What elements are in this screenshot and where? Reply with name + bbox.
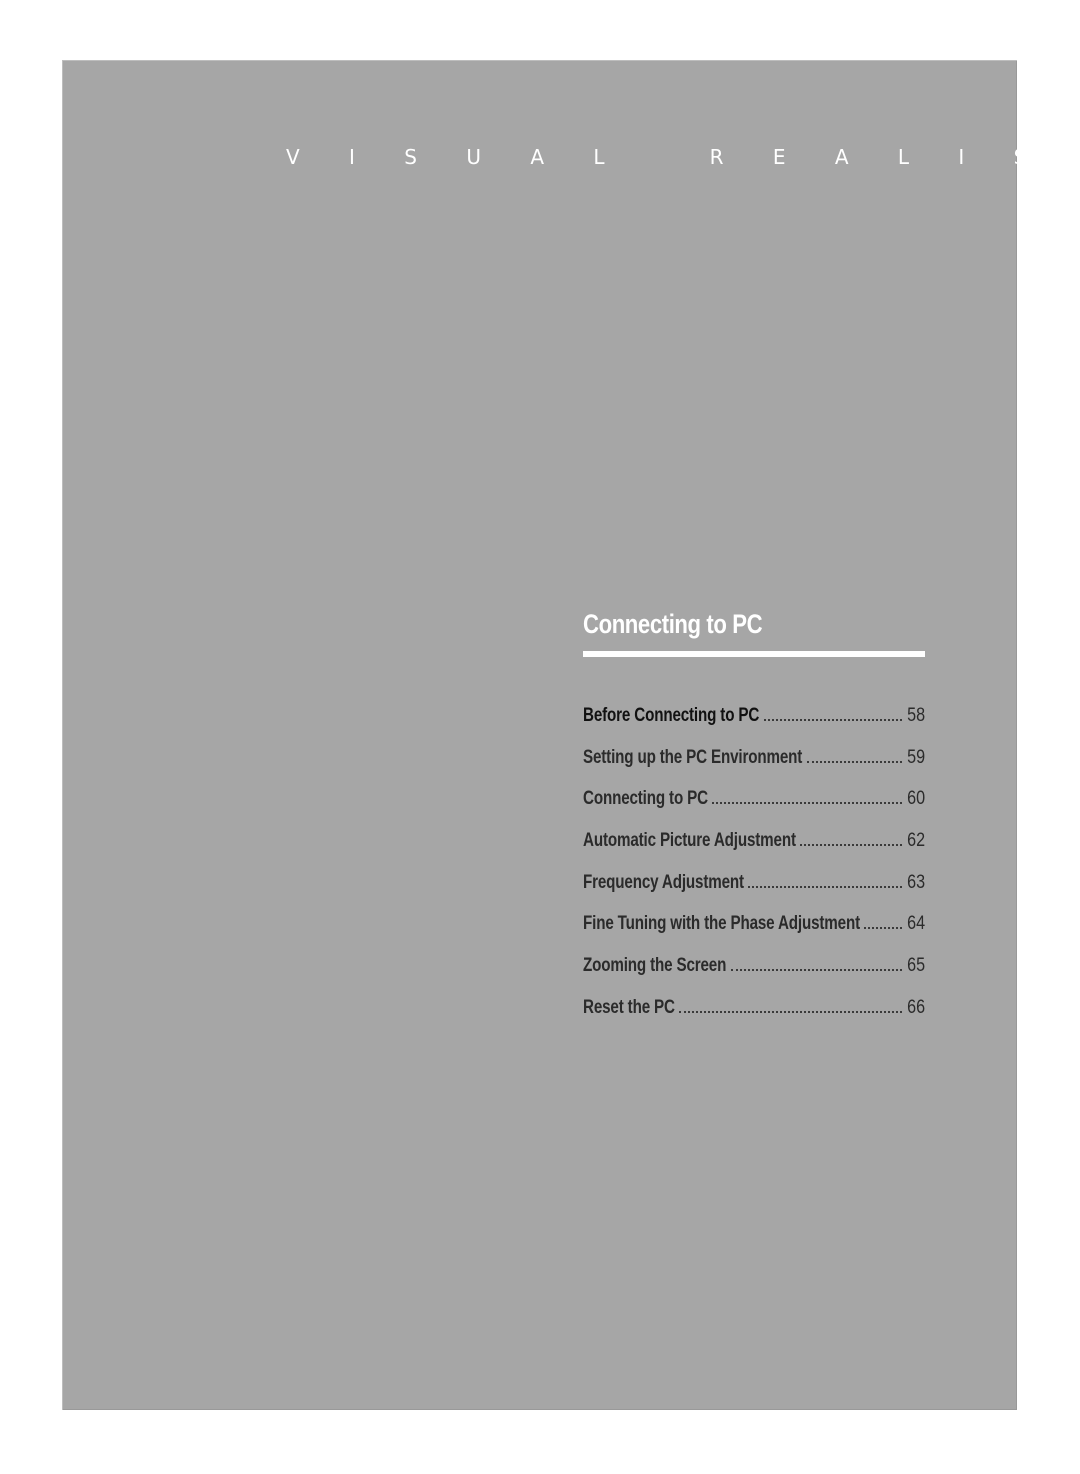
section-title: Connecting to PC xyxy=(583,609,763,639)
toc-item-page: 60 xyxy=(907,788,925,810)
dot-leader xyxy=(748,885,902,888)
dot-leader xyxy=(800,843,902,846)
table-of-contents: Before Connecting to PC 58 Setting up th… xyxy=(583,695,925,1029)
toc-item-page: 64 xyxy=(907,913,925,935)
toc-item-label: Before Connecting to PC xyxy=(583,704,760,726)
title-underline-rule xyxy=(583,651,925,657)
toc-item-page: 58 xyxy=(907,704,925,726)
toc-item-page: 63 xyxy=(907,871,925,893)
toc-item-label: Fine Tuning with the Phase Adjustment xyxy=(583,913,860,935)
toc-item-label: Connecting to PC xyxy=(583,788,708,810)
toc-item-page: 65 xyxy=(907,954,925,976)
toc-item[interactable]: Automatic Picture Adjustment 62 xyxy=(583,820,925,862)
dot-leader xyxy=(731,968,902,971)
toc-item-label: Frequency Adjustment xyxy=(583,871,744,893)
toc-item[interactable]: Zooming the Screen 65 xyxy=(583,945,925,987)
toc-item[interactable]: Fine Tuning with the Phase Adjustment 64 xyxy=(583,903,925,945)
toc-item-label: Reset the PC xyxy=(583,996,675,1018)
toc-item-label: Setting up the PC Environment xyxy=(583,746,803,768)
dot-leader xyxy=(679,1010,902,1013)
dot-leader xyxy=(712,802,902,805)
toc-item-page: 66 xyxy=(907,996,925,1018)
toc-item[interactable]: Before Connecting to PC 58 xyxy=(583,695,925,737)
toc-item-page: 62 xyxy=(907,829,925,851)
toc-item-label: Automatic Picture Adjustment xyxy=(583,829,796,851)
dot-leader xyxy=(807,760,902,763)
toc-item[interactable]: Setting up the PC Environment 59 xyxy=(583,737,925,779)
brand-tagline: V I S U A L R E A L I S M xyxy=(286,145,1080,169)
toc-item-page: 59 xyxy=(907,746,925,768)
toc-item[interactable]: Reset the PC 66 xyxy=(583,987,925,1029)
toc-item[interactable]: Connecting to PC 60 xyxy=(583,778,925,820)
toc-item-label: Zooming the Screen xyxy=(583,954,727,976)
dot-leader xyxy=(764,718,902,721)
toc-item[interactable]: Frequency Adjustment 63 xyxy=(583,862,925,904)
dot-leader xyxy=(864,927,902,930)
